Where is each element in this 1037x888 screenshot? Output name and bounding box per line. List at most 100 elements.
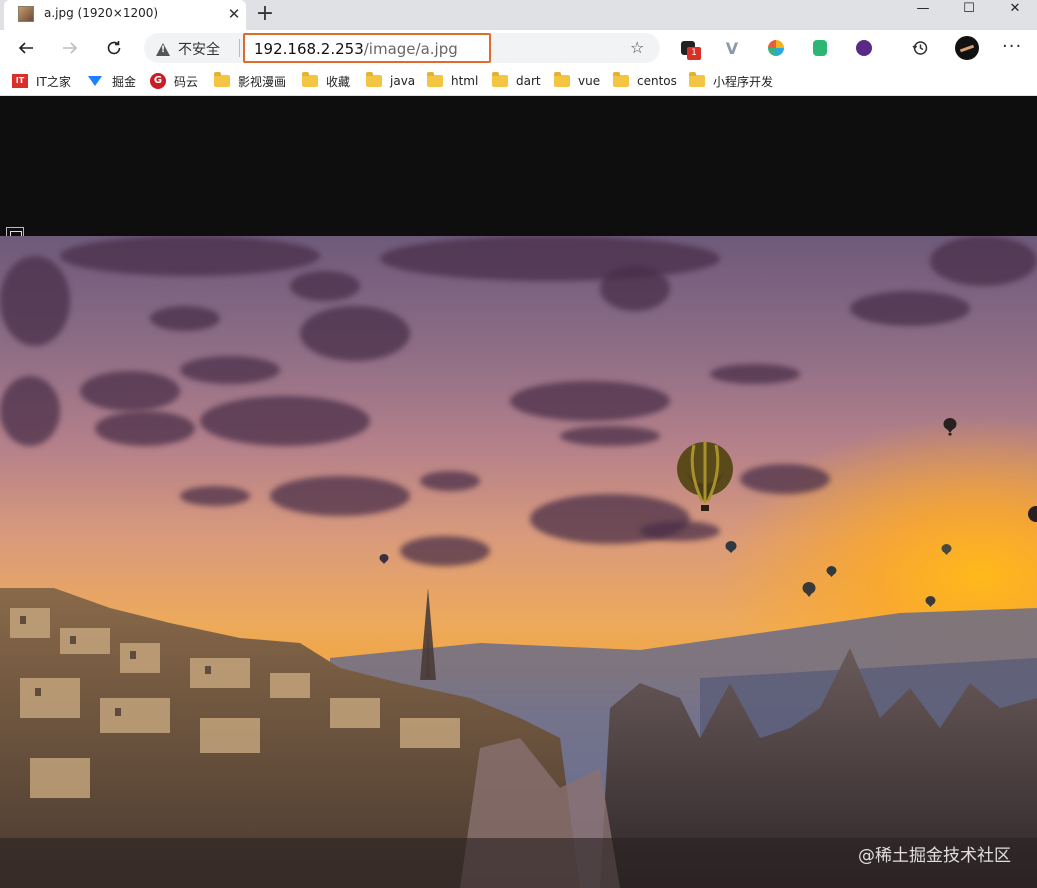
juejin-icon [88,76,102,86]
extension-3-icon [768,40,784,56]
back-arrow-icon [18,42,33,54]
history-button[interactable] [910,38,930,58]
cloud [600,266,670,311]
new-tab-button[interactable]: + [252,2,278,28]
folder-icon [613,72,629,87]
bookmark-label: 收藏 [326,74,351,89]
cloud [400,536,490,566]
image-favicon-icon [18,6,34,22]
ithome-icon: IT [12,74,28,88]
profile-avatar[interactable] [955,36,979,60]
more-menu-button[interactable]: ··· [1002,36,1022,57]
extension-5-icon [856,40,872,56]
warning-icon [156,42,170,56]
bookmark-folder-html[interactable]: html [427,72,478,90]
reload-icon [107,41,121,55]
tab-a-jpg[interactable]: a.jpg (1920×1200) ✕ [4,0,246,30]
hot-air-balloon [1028,506,1037,522]
cloud [180,356,280,384]
forward-arrow-icon [63,42,78,54]
bookmark-gitee[interactable]: G 码云 [150,72,198,90]
folder-icon [492,72,508,87]
url-text: 192.168.2.253/image/a.jpg [254,40,458,58]
back-button[interactable] [12,34,40,62]
address-bar[interactable]: 不安全 192.168.2.253/image/a.jpg ☆ [144,33,660,63]
bookmarks-bar: IT IT之家 掘金 G 码云 影视漫画 收藏 java html dart v… [0,66,1037,96]
history-icon [912,41,928,55]
cloud [380,236,720,281]
bookmark-folder-miniprogram[interactable]: 小程序开发 [689,72,773,90]
cloud [510,381,670,421]
cloud [850,291,970,326]
tab-bar: a.jpg (1920×1200) ✕ + — ☐ ✕ [0,0,1037,30]
url-path: /image/a.jpg [363,40,458,58]
bookmark-folder-java[interactable]: java [366,72,415,90]
cloud [0,256,70,346]
cloud [200,396,370,446]
bookmark-folder-centos[interactable]: centos [613,72,677,90]
bookmark-label: 掘金 [112,74,137,89]
cloud [560,426,660,446]
minimize-button[interactable]: — [900,0,946,24]
folder-icon [214,72,230,87]
extension-4-icon [813,40,827,56]
star-plus-icon[interactable]: ☆ [630,38,644,57]
bookmark-label: centos [637,74,677,88]
image-viewer: @稀土掘金技术社区 [0,97,1037,888]
bookmark-juejin[interactable]: 掘金 [88,72,136,90]
cloud [150,306,220,331]
forward-button[interactable] [56,34,84,62]
maximize-button[interactable]: ☐ [946,0,992,24]
hot-air-balloon [725,541,737,553]
bookmark-label: 小程序开发 [713,74,774,89]
bookmark-folder-favorites[interactable]: 收藏 [302,72,350,90]
extension-5-button[interactable] [854,38,874,58]
extension-4-button[interactable] [810,38,830,58]
cloud [300,306,410,361]
cloud [270,476,410,516]
watermark-text: @稀土掘金技术社区 [858,846,1011,866]
bookmark-label: dart [516,74,541,88]
vue-devtools-button[interactable]: V [722,38,742,58]
extension-badge: 1 [687,47,701,60]
close-window-button[interactable]: ✕ [992,0,1037,24]
bookmark-label: java [390,74,416,88]
folder-icon [689,72,705,87]
browser-toolbar: 不安全 192.168.2.253/image/a.jpg ☆ 1 V ··· [0,30,1037,66]
tab-close-icon[interactable]: ✕ [224,4,244,24]
cloud [740,464,830,494]
cloud [0,376,60,446]
folder-icon [366,72,382,87]
url-input[interactable]: 192.168.2.253/image/a.jpg [243,33,491,63]
displayed-image[interactable]: @稀土掘金技术社区 [0,236,1037,888]
cloud [60,236,320,276]
address-divider [239,39,240,57]
reload-button[interactable] [100,34,128,62]
security-label: 不安全 [178,42,220,58]
extension-1-button[interactable]: 1 [678,38,701,60]
hot-air-balloon [943,418,957,436]
bookmark-label: IT之家 [36,74,71,89]
gitee-icon: G [150,73,166,89]
bookmark-ithome[interactable]: IT IT之家 [12,72,71,90]
bookmark-label: vue [578,74,601,88]
hot-air-balloon [826,566,837,577]
bookmark-label: 影视漫画 [238,74,287,89]
security-indicator[interactable]: 不安全 [156,39,220,59]
cloud [180,486,250,506]
folder-icon [427,72,443,87]
tab-title: a.jpg (1920×1200) [44,6,159,20]
hot-air-balloon [379,554,389,564]
folder-icon [554,72,570,87]
cloud [930,236,1037,286]
extension-3-button[interactable] [766,38,786,58]
vue-icon: V [725,38,739,58]
cloud [80,371,180,411]
bookmark-folder-vue[interactable]: vue [554,72,600,90]
bookmark-label: 码云 [174,74,199,89]
cloud [290,271,360,301]
bookmark-folder-movies[interactable]: 影视漫画 [214,72,286,90]
bookmark-folder-dart[interactable]: dart [492,72,541,90]
bookmark-label: html [451,74,479,88]
folder-icon [302,72,318,87]
